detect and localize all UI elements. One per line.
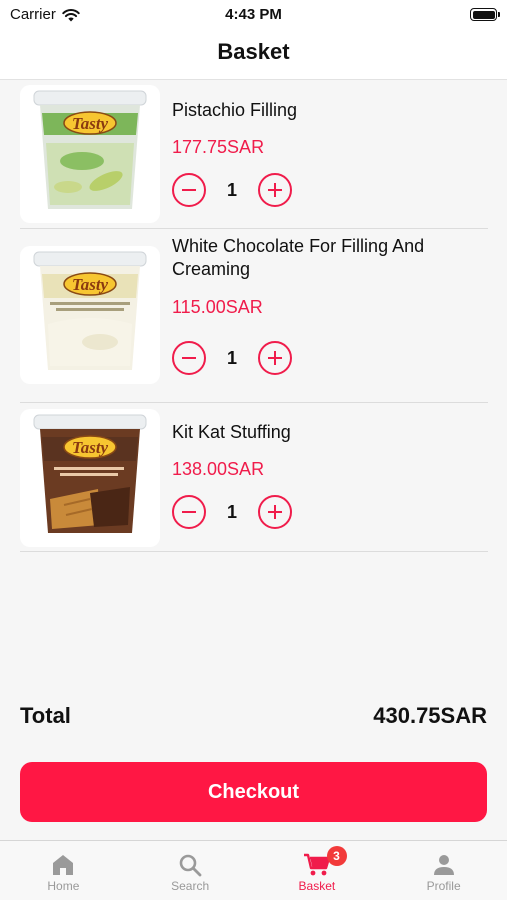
tab-label: Search xyxy=(171,879,210,893)
item-name: Kit Kat Stuffing xyxy=(172,422,291,442)
product-image[interactable]: Tasty xyxy=(20,246,160,384)
tab-home[interactable]: Home xyxy=(0,841,127,900)
quantity-stepper: 1 xyxy=(172,341,292,375)
quantity-value: 1 xyxy=(226,347,237,368)
product-image[interactable]: Tasty xyxy=(20,85,160,223)
item-price: 177.75SAR xyxy=(172,137,265,157)
quantity-value: 1 xyxy=(226,179,237,200)
checkout-label: Checkout xyxy=(207,780,300,803)
basket-item: Tasty Kit Kat Stuffing 138.00SAR 1 xyxy=(20,403,488,552)
brand-logo: Tasty xyxy=(72,275,109,294)
total-label: Total xyxy=(20,703,71,728)
decrease-quantity-button[interactable] xyxy=(172,341,206,375)
pistachio-tub-image: Tasty xyxy=(33,90,147,209)
basket-item: Tasty White Chocolate For Filling And Cr… xyxy=(20,229,488,403)
kit-kat-tub-image: Tasty xyxy=(33,414,147,533)
item-price: 115.00SAR xyxy=(172,297,263,317)
increase-quantity-button[interactable] xyxy=(258,341,292,375)
brand-logo: Tasty xyxy=(72,114,109,133)
navigation-bar: Basket xyxy=(0,30,507,80)
decrease-quantity-button[interactable] xyxy=(172,173,206,207)
increase-quantity-button[interactable] xyxy=(258,495,292,529)
quantity-stepper: 1 xyxy=(172,173,292,207)
home-icon xyxy=(50,851,76,879)
status-time: 4:43 PM xyxy=(225,6,282,23)
white-chocolate-tub-image: Tasty xyxy=(33,251,147,370)
battery-icon xyxy=(470,8,500,21)
cart-count-badge: 3 xyxy=(326,846,347,866)
page-title: Basket xyxy=(217,39,290,64)
quantity-stepper: 1 xyxy=(172,495,292,529)
search-icon xyxy=(177,851,203,879)
tab-label: Home xyxy=(47,879,80,893)
decrease-quantity-button[interactable] xyxy=(172,495,206,529)
quantity-value: 1 xyxy=(226,501,237,522)
checkout-button[interactable]: Checkout xyxy=(20,762,487,822)
item-price: 138.00SAR xyxy=(172,459,265,479)
item-name: White Chocolate For Filling And Creaming xyxy=(172,236,425,279)
item-name: Pistachio Filling xyxy=(172,100,298,120)
total-value: 430.75SAR xyxy=(373,703,487,728)
tab-label: Basket xyxy=(298,879,336,893)
tab-basket[interactable]: 3 Basket xyxy=(254,841,381,900)
basket-list: Tasty Pistachio Filling 177.75SAR 1 Tast… xyxy=(20,81,488,552)
tab-search[interactable]: Search xyxy=(127,841,254,900)
tab-label: Profile xyxy=(426,879,461,893)
total-row: Total 430.75SAR xyxy=(20,703,487,729)
person-icon xyxy=(431,851,457,879)
basket-item: Tasty Pistachio Filling 177.75SAR 1 xyxy=(20,81,488,229)
increase-quantity-button[interactable] xyxy=(258,173,292,207)
brand-logo: Tasty xyxy=(72,438,109,457)
status-bar: Carrier 4:43 PM xyxy=(0,0,507,30)
product-image[interactable]: Tasty xyxy=(20,409,160,547)
tab-bar: Home Search 3 Basket Profile xyxy=(0,840,507,900)
tab-profile[interactable]: Profile xyxy=(380,841,507,900)
